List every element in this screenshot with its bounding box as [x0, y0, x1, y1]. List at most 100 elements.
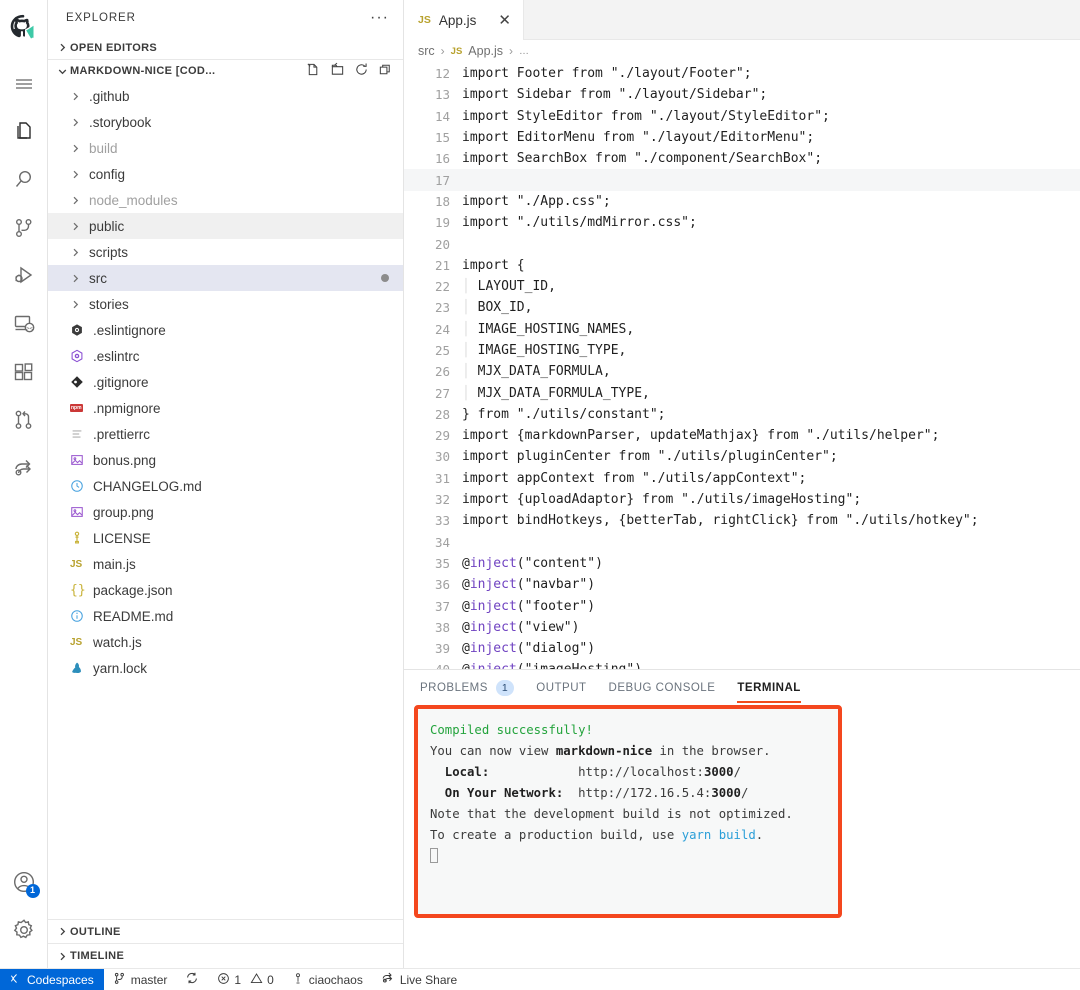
run-and-debug-icon[interactable] — [0, 252, 48, 300]
code-line[interactable]: 38 @inject("view") — [404, 617, 1080, 638]
gear-icon[interactable] — [0, 906, 48, 954]
new-file-icon[interactable] — [306, 62, 321, 80]
accounts-icon[interactable]: 1 — [0, 858, 48, 906]
tree-file-row[interactable]: .gitignore — [48, 369, 403, 395]
tree-folder-row[interactable]: config — [48, 161, 403, 187]
tree-folder-row[interactable]: .github — [48, 83, 403, 109]
code-line[interactable]: 35 @inject("content") — [404, 553, 1080, 574]
more-actions-icon[interactable]: ··· — [370, 10, 389, 26]
tree-folder-row[interactable]: node_modules — [48, 187, 403, 213]
code-line[interactable]: 25 │ IMAGE_HOSTING_TYPE, — [404, 340, 1080, 361]
tree-file-row[interactable]: LICENSE — [48, 525, 403, 551]
panel-tab-terminal[interactable]: TERMINAL — [737, 670, 802, 705]
tree-file-row[interactable]: JS watch.js — [48, 629, 403, 655]
sidebar-item-workspace-folder[interactable]: MARKDOWN-NICE [COD... — [48, 59, 403, 82]
code-line[interactable]: 28} from "./utils/constant"; — [404, 404, 1080, 425]
javascript-icon: JS — [70, 558, 83, 570]
tree-folder-row[interactable]: scripts — [48, 239, 403, 265]
code-line[interactable]: 30 import pluginCenter from "./utils/plug… — [404, 446, 1080, 467]
code-line[interactable]: 20 — [404, 233, 1080, 254]
live-share-icon[interactable] — [0, 444, 48, 492]
tree-file-row[interactable]: npm .npmignore — [48, 395, 403, 421]
extensions-icon[interactable] — [0, 348, 48, 396]
breadcrumb-item-more[interactable]: … — [519, 46, 529, 57]
panel-tab-problems[interactable]: PROBLEMS 1 — [420, 670, 515, 705]
code-line[interactable]: 34 — [404, 532, 1080, 553]
code-line[interactable]: 22 │ LAYOUT_ID, — [404, 276, 1080, 297]
code-line[interactable]: 15 import EditorMenu from "./layout/Edito… — [404, 127, 1080, 148]
code-line[interactable]: 21 import { — [404, 255, 1080, 276]
tree-file-row[interactable]: .eslintrc — [48, 343, 403, 369]
terminal-output[interactable]: Compiled successfully! You can now view m… — [414, 705, 842, 918]
file-tree[interactable]: .github .storybook build config node_modules… — [48, 82, 403, 919]
tree-file-row[interactable]: JS main.js — [48, 551, 403, 577]
code-line[interactable]: 26 │ MJX_DATA_FORMULA, — [404, 361, 1080, 382]
tree-file-row[interactable]: README.md — [48, 603, 403, 629]
search-icon[interactable] — [0, 156, 48, 204]
tree-file-row[interactable]: bonus.png — [48, 447, 403, 473]
code-line[interactable]: 13 import Sidebar from "./layout/Sidebar"… — [404, 84, 1080, 105]
collapse-all-icon[interactable] — [378, 62, 393, 80]
code-line[interactable]: 17 — [404, 169, 1080, 191]
close-icon[interactable]: ✕ — [498, 13, 511, 28]
status-sync[interactable] — [176, 969, 208, 990]
code-line[interactable]: 36 @inject("navbar") — [404, 574, 1080, 595]
code-line[interactable]: 18 import "./App.css"; — [404, 191, 1080, 212]
tree-file-row[interactable]: {} package.json — [48, 577, 403, 603]
status-live-share[interactable]: Live Share — [372, 969, 466, 990]
menu-icon[interactable] — [0, 60, 48, 108]
code-line[interactable]: 27 │ MJX_DATA_FORMULA_TYPE, — [404, 382, 1080, 403]
pull-request-icon[interactable] — [0, 396, 48, 444]
code-line[interactable]: 29 import {markdownParser, updateMathjax}… — [404, 425, 1080, 446]
breadcrumb-item-src[interactable]: src — [418, 44, 435, 58]
sidebar-item-timeline[interactable]: TIMELINE — [48, 944, 403, 968]
activity-bar: >< 1 — [0, 0, 48, 968]
tree-file-row[interactable]: group.png — [48, 499, 403, 525]
code-text: │ MJX_DATA_FORMULA, — [462, 364, 611, 380]
refresh-icon[interactable] — [354, 62, 369, 80]
sidebar-item-outline[interactable]: OUTLINE — [48, 920, 403, 944]
code-line[interactable]: 33 import bindHotkeys, {betterTab, rightC… — [404, 510, 1080, 531]
code-editor[interactable]: 12 import Footer from "./layout/Footer"; 1… — [404, 62, 1080, 669]
sidebar-item-open-editors[interactable]: OPEN EDITORS — [48, 36, 403, 59]
timeline-label: TIMELINE — [70, 950, 125, 962]
code-line[interactable]: 23 │ BOX_ID, — [404, 297, 1080, 318]
code-line[interactable]: 39 @inject("dialog") — [404, 638, 1080, 659]
tree-folder-row[interactable]: public — [48, 213, 403, 239]
tree-folder-row[interactable]: build — [48, 135, 403, 161]
code-line[interactable]: 40@inject("imageHosting") — [404, 659, 1080, 669]
tree-folder-row[interactable]: .storybook — [48, 109, 403, 135]
line-number: 38 — [434, 619, 450, 635]
new-folder-icon[interactable] — [330, 62, 345, 80]
panel-tab-label: DEBUG CONSOLE — [608, 681, 716, 694]
status-user[interactable]: ciaochaos — [283, 969, 372, 990]
status-remote-codespaces[interactable]: Codespaces — [0, 969, 104, 990]
panel-tab-output[interactable]: OUTPUT — [536, 670, 586, 705]
tree-folder-row[interactable]: src — [48, 265, 403, 291]
source-control-icon[interactable] — [0, 204, 48, 252]
tab-app-js[interactable]: JS App.js ✕ — [404, 0, 524, 40]
tree-file-row[interactable]: .eslintignore — [48, 317, 403, 343]
svg-text:><: >< — [26, 326, 33, 332]
explorer-icon[interactable] — [0, 108, 48, 156]
status-branch[interactable]: master — [104, 969, 177, 990]
code-line[interactable]: 24 │ IMAGE_HOSTING_NAMES, — [404, 319, 1080, 340]
chevron-right-icon — [70, 247, 87, 258]
code-line[interactable]: 37 @inject("footer") — [404, 595, 1080, 616]
code-line[interactable]: 19 import "./utils/mdMirror.css"; — [404, 212, 1080, 233]
tree-folder-row[interactable]: stories — [48, 291, 403, 317]
status-problems[interactable]: 1 0 — [208, 969, 282, 990]
code-line[interactable]: 14 import StyleEditor from "./layout/Styl… — [404, 106, 1080, 127]
tree-file-row[interactable]: .prettierrc — [48, 421, 403, 447]
tree-file-row[interactable]: yarn.lock — [48, 655, 403, 681]
code-line[interactable]: 31 import appContext from "./utils/appCon… — [404, 468, 1080, 489]
remote-explorer-icon[interactable]: >< — [0, 300, 48, 348]
tree-file-row[interactable]: CHANGELOG.md — [48, 473, 403, 499]
code-line[interactable]: 32 import {uploadAdaptor} from "./utils/i… — [404, 489, 1080, 510]
code-line[interactable]: 16 import SearchBox from "./component/Sea… — [404, 148, 1080, 169]
line-number: 12 — [434, 66, 450, 82]
breadcrumb-item-file[interactable]: App.js — [468, 44, 503, 58]
panel-tab-debug-console[interactable]: DEBUG CONSOLE — [609, 670, 716, 705]
code-line[interactable]: 12 import Footer from "./layout/Footer"; — [404, 63, 1080, 84]
chevron-right-icon — [54, 948, 70, 964]
